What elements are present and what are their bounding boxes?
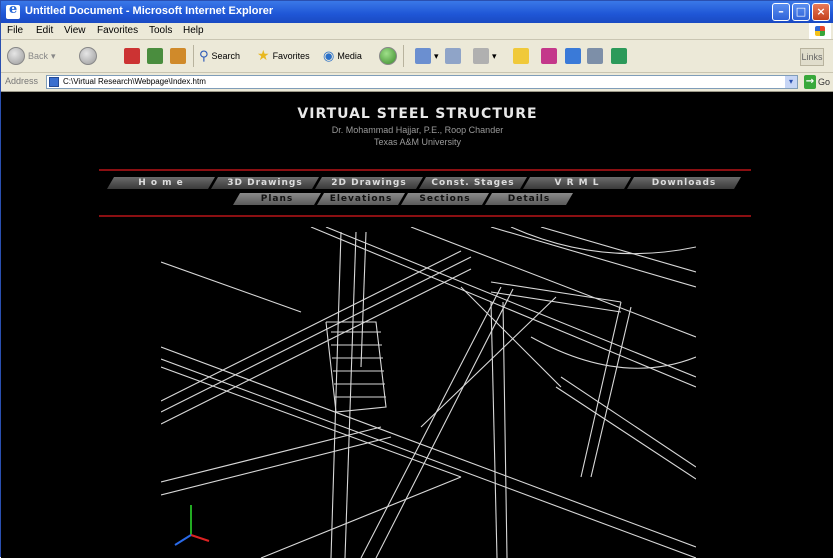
- toolbar-separator: [403, 45, 404, 67]
- menu-tools[interactable]: Tools: [149, 25, 172, 36]
- search-icon: ⚲: [199, 48, 209, 64]
- refresh-button[interactable]: [147, 46, 163, 66]
- nav-home[interactable]: H o m e: [107, 177, 215, 189]
- menu-edit[interactable]: Edit: [36, 25, 53, 36]
- discuss-button[interactable]: [587, 46, 603, 66]
- nav-2d-drawings[interactable]: 2D Drawings: [315, 177, 423, 189]
- folder-icon: [513, 48, 529, 64]
- links-button[interactable]: Links: [800, 48, 824, 66]
- windows-logo-icon: [809, 23, 831, 39]
- window-title: Untitled Document - Microsoft Internet E…: [25, 5, 274, 17]
- page-icon: [49, 77, 59, 87]
- discuss-icon: [587, 48, 603, 64]
- axis-triad-icon: [174, 505, 210, 546]
- browser-window: Untitled Document - Microsoft Internet E…: [0, 0, 833, 558]
- address-label: Address: [5, 76, 39, 86]
- history-icon: [379, 47, 397, 65]
- favorites-button[interactable]: ★ Favorites: [257, 46, 310, 66]
- stop-button[interactable]: [124, 46, 140, 66]
- star-icon: ★: [257, 48, 270, 64]
- nav-top-divider: [99, 169, 751, 171]
- title-bar: Untitled Document - Microsoft Internet E…: [1, 1, 833, 23]
- address-dropdown-icon[interactable]: ▾: [785, 76, 797, 88]
- print-button[interactable]: [445, 46, 461, 66]
- address-url: C:\Virtual Research\Webpage\Index.htm: [63, 77, 206, 86]
- site-title: VIRTUAL STEEL STRUCTURE: [297, 106, 538, 122]
- back-arrow-icon: [7, 47, 25, 65]
- nav-elevations[interactable]: Elevations: [317, 193, 405, 205]
- bluetooth-button[interactable]: [611, 46, 627, 66]
- page-content: VIRTUAL STEEL STRUCTURE Dr. Mohammad Haj…: [1, 92, 833, 558]
- research-icon: [565, 48, 581, 64]
- nav-3d-drawings[interactable]: 3D Drawings: [211, 177, 319, 189]
- nav-plans[interactable]: Plans: [233, 193, 321, 205]
- nav-details[interactable]: Details: [485, 193, 573, 205]
- edit-icon: [473, 48, 489, 64]
- site-authors: Dr. Mohammad Hajjar, P.E., Roop Chander: [331, 125, 504, 135]
- address-input[interactable]: C:\Virtual Research\Webpage\Index.htm ▾: [46, 75, 798, 89]
- nav-downloads[interactable]: Downloads: [627, 177, 741, 189]
- steel-structure-wireframe: [161, 227, 696, 558]
- forward-button[interactable]: [79, 46, 97, 66]
- media-button[interactable]: ◉ Media: [323, 46, 362, 66]
- refresh-icon: [147, 48, 163, 64]
- minimize-button[interactable]: –: [772, 3, 790, 21]
- menu-help[interactable]: Help: [183, 25, 204, 36]
- search-button[interactable]: ⚲ Search: [199, 46, 240, 66]
- stop-icon: [124, 48, 140, 64]
- ie-logo-icon: [6, 2, 20, 19]
- mail-button[interactable]: ▾: [415, 46, 439, 66]
- print-icon: [445, 48, 461, 64]
- maximize-button[interactable]: □: [792, 3, 810, 21]
- address-bar: Address C:\Virtual Research\Webpage\Inde…: [1, 73, 833, 92]
- menu-bar: File Edit View Favorites Tools Help: [1, 23, 833, 40]
- media-icon: ◉: [323, 48, 335, 64]
- folder-button[interactable]: [513, 46, 529, 66]
- bluetooth-icon: [611, 48, 627, 64]
- go-arrow-icon: →: [804, 75, 816, 89]
- nav-bottom-divider: [99, 215, 751, 217]
- menu-file[interactable]: File: [7, 25, 23, 36]
- close-button[interactable]: ×: [812, 3, 830, 21]
- edit-button[interactable]: ▾: [473, 46, 497, 66]
- mail-icon: [415, 48, 431, 64]
- menu-favorites[interactable]: Favorites: [97, 25, 138, 36]
- menu-view[interactable]: View: [64, 25, 86, 36]
- site-university: Texas A&M University: [373, 137, 462, 147]
- messenger-button[interactable]: [541, 46, 557, 66]
- forward-arrow-icon: [79, 47, 97, 65]
- nav-vrml[interactable]: V R M L: [523, 177, 631, 189]
- nav-const-stages[interactable]: Const. Stages: [419, 177, 527, 189]
- toolbar: Back ▾ ⚲ Search ★ Favorites ◉ Media ▾ ▾ …: [1, 40, 833, 73]
- toolbar-separator: [193, 45, 194, 67]
- history-button[interactable]: [379, 46, 397, 66]
- back-button[interactable]: Back ▾: [7, 46, 56, 66]
- research-button[interactable]: [565, 46, 581, 66]
- go-button[interactable]: → Go: [804, 75, 830, 89]
- messenger-icon: [541, 48, 557, 64]
- home-icon: [170, 48, 186, 64]
- home-button[interactable]: [170, 46, 186, 66]
- nav-sections[interactable]: Sections: [401, 193, 489, 205]
